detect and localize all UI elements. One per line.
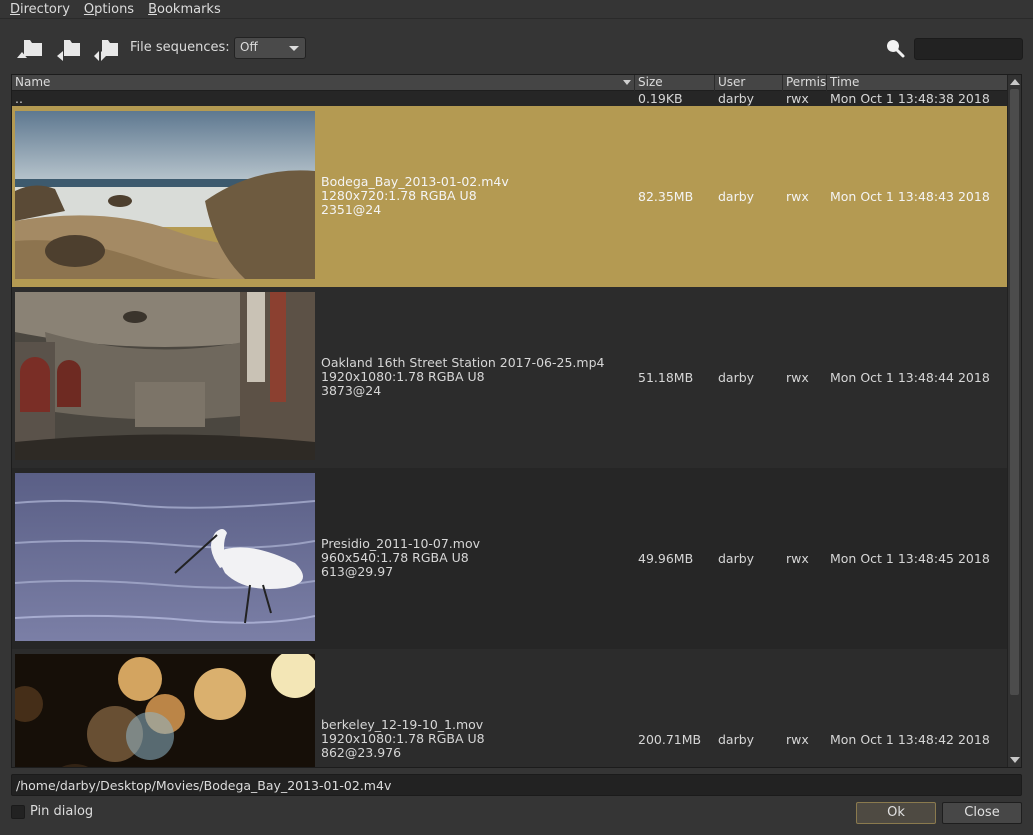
row-frames: 613@29.97 — [321, 564, 394, 579]
row-user: darby — [718, 189, 755, 204]
column-time[interactable]: Time — [827, 75, 1008, 91]
row-name: Oakland 16th Street Station 2017-06-25.m… — [321, 355, 605, 370]
row-perms: rwx — [786, 732, 809, 747]
row-time: Mon Oct 1 13:48:42 2018 — [830, 732, 990, 747]
pin-dialog-checkbox[interactable] — [11, 805, 25, 819]
row-perms: rwx — [786, 551, 809, 566]
column-header: Name Size User Permis Time — [12, 75, 1008, 91]
row-size: 51.18MB — [638, 370, 694, 385]
table-row[interactable]: Bodega_Bay_2013-01-02.m4v 1280x720:1.78 … — [12, 106, 1008, 287]
row-size: 49.96MB — [638, 551, 694, 566]
menu-bookmarks[interactable]: Bookmarks — [148, 2, 221, 17]
row-time: Mon Oct 1 13:48:45 2018 — [830, 551, 990, 566]
row-perms: rwx — [786, 370, 809, 385]
scrollbar-thumb[interactable] — [1010, 89, 1019, 695]
row-user: darby — [718, 91, 755, 106]
file-browser: Name Size User Permis Time .. 0.19KB dar… — [11, 74, 1022, 768]
row-name: Presidio_2011-10-07.mov — [321, 536, 481, 551]
path-field[interactable]: /home/darby/Desktop/Movies/Bodega_Bay_20… — [11, 774, 1022, 796]
close-button[interactable]: Close — [942, 802, 1022, 824]
row-name: Bodega_Bay_2013-01-02.m4v — [321, 174, 509, 189]
egret-thumbnail — [15, 473, 315, 641]
file-sequences-select[interactable]: Off — [234, 37, 306, 59]
menu-options[interactable]: Options — [84, 2, 134, 17]
row-format: 1920x1080:1.78 RGBA U8 — [321, 369, 485, 384]
scroll-up-icon[interactable] — [1010, 79, 1020, 85]
row-format: 1920x1080:1.78 RGBA U8 — [321, 731, 485, 746]
toolbar: File sequences: Off — [0, 30, 1033, 66]
menu-bar: Directory Options Bookmarks — [0, 0, 1033, 19]
row-name: .. — [15, 91, 23, 106]
file-sequences-value: Off — [240, 40, 258, 54]
row-perms: rwx — [786, 91, 809, 106]
folder-back-icon[interactable] — [56, 36, 82, 62]
column-size[interactable]: Size — [635, 75, 715, 91]
row-frames: 2351@24 — [321, 202, 382, 217]
row-time: Mon Oct 1 13:48:44 2018 — [830, 370, 990, 385]
column-permissions[interactable]: Permis — [783, 75, 827, 91]
vertical-scrollbar[interactable] — [1007, 75, 1021, 767]
ok-button[interactable]: Ok — [856, 802, 936, 824]
sort-descending-icon — [623, 80, 631, 85]
menu-directory[interactable]: Directory — [10, 2, 70, 17]
row-user: darby — [718, 732, 755, 747]
row-name: berkeley_12-19-10_1.mov — [321, 717, 484, 732]
folder-up-icon[interactable] — [16, 36, 42, 62]
column-user[interactable]: User — [715, 75, 783, 91]
table-row[interactable]: berkeley_12-19-10_1.mov 1920x1080:1.78 R… — [12, 649, 1008, 767]
row-size: 82.35MB — [638, 189, 694, 204]
search-input[interactable] — [914, 38, 1023, 60]
chevron-down-icon — [289, 46, 299, 51]
station-thumbnail — [15, 292, 315, 460]
table-row[interactable]: Oakland 16th Street Station 2017-06-25.m… — [12, 287, 1008, 468]
column-name[interactable]: Name — [12, 75, 635, 91]
row-user: darby — [718, 551, 755, 566]
folder-forward-icon[interactable] — [93, 36, 119, 62]
row-size: 0.19KB — [638, 91, 683, 106]
file-sequences-label: File sequences: — [130, 40, 230, 55]
parent-directory-row[interactable]: .. 0.19KB darby rwx Mon Oct 1 13:48:38 2… — [12, 92, 1008, 106]
scroll-down-icon[interactable] — [1010, 757, 1020, 763]
row-format: 960x540:1.78 RGBA U8 — [321, 550, 469, 565]
row-perms: rwx — [786, 189, 809, 204]
row-time: Mon Oct 1 13:48:43 2018 — [830, 189, 990, 204]
bokeh-thumbnail — [15, 654, 315, 767]
pin-dialog-label: Pin dialog — [30, 804, 94, 819]
search-icon — [884, 37, 906, 59]
row-time: Mon Oct 1 13:48:38 2018 — [830, 91, 990, 106]
beach-thumbnail — [15, 111, 315, 279]
row-format: 1280x720:1.78 RGBA U8 — [321, 188, 477, 203]
row-user: darby — [718, 370, 755, 385]
row-frames: 3873@24 — [321, 383, 382, 398]
row-frames: 862@23.976 — [321, 745, 402, 760]
table-row[interactable]: Presidio_2011-10-07.mov 960x540:1.78 RGB… — [12, 468, 1008, 649]
row-size: 200.71MB — [638, 732, 702, 747]
